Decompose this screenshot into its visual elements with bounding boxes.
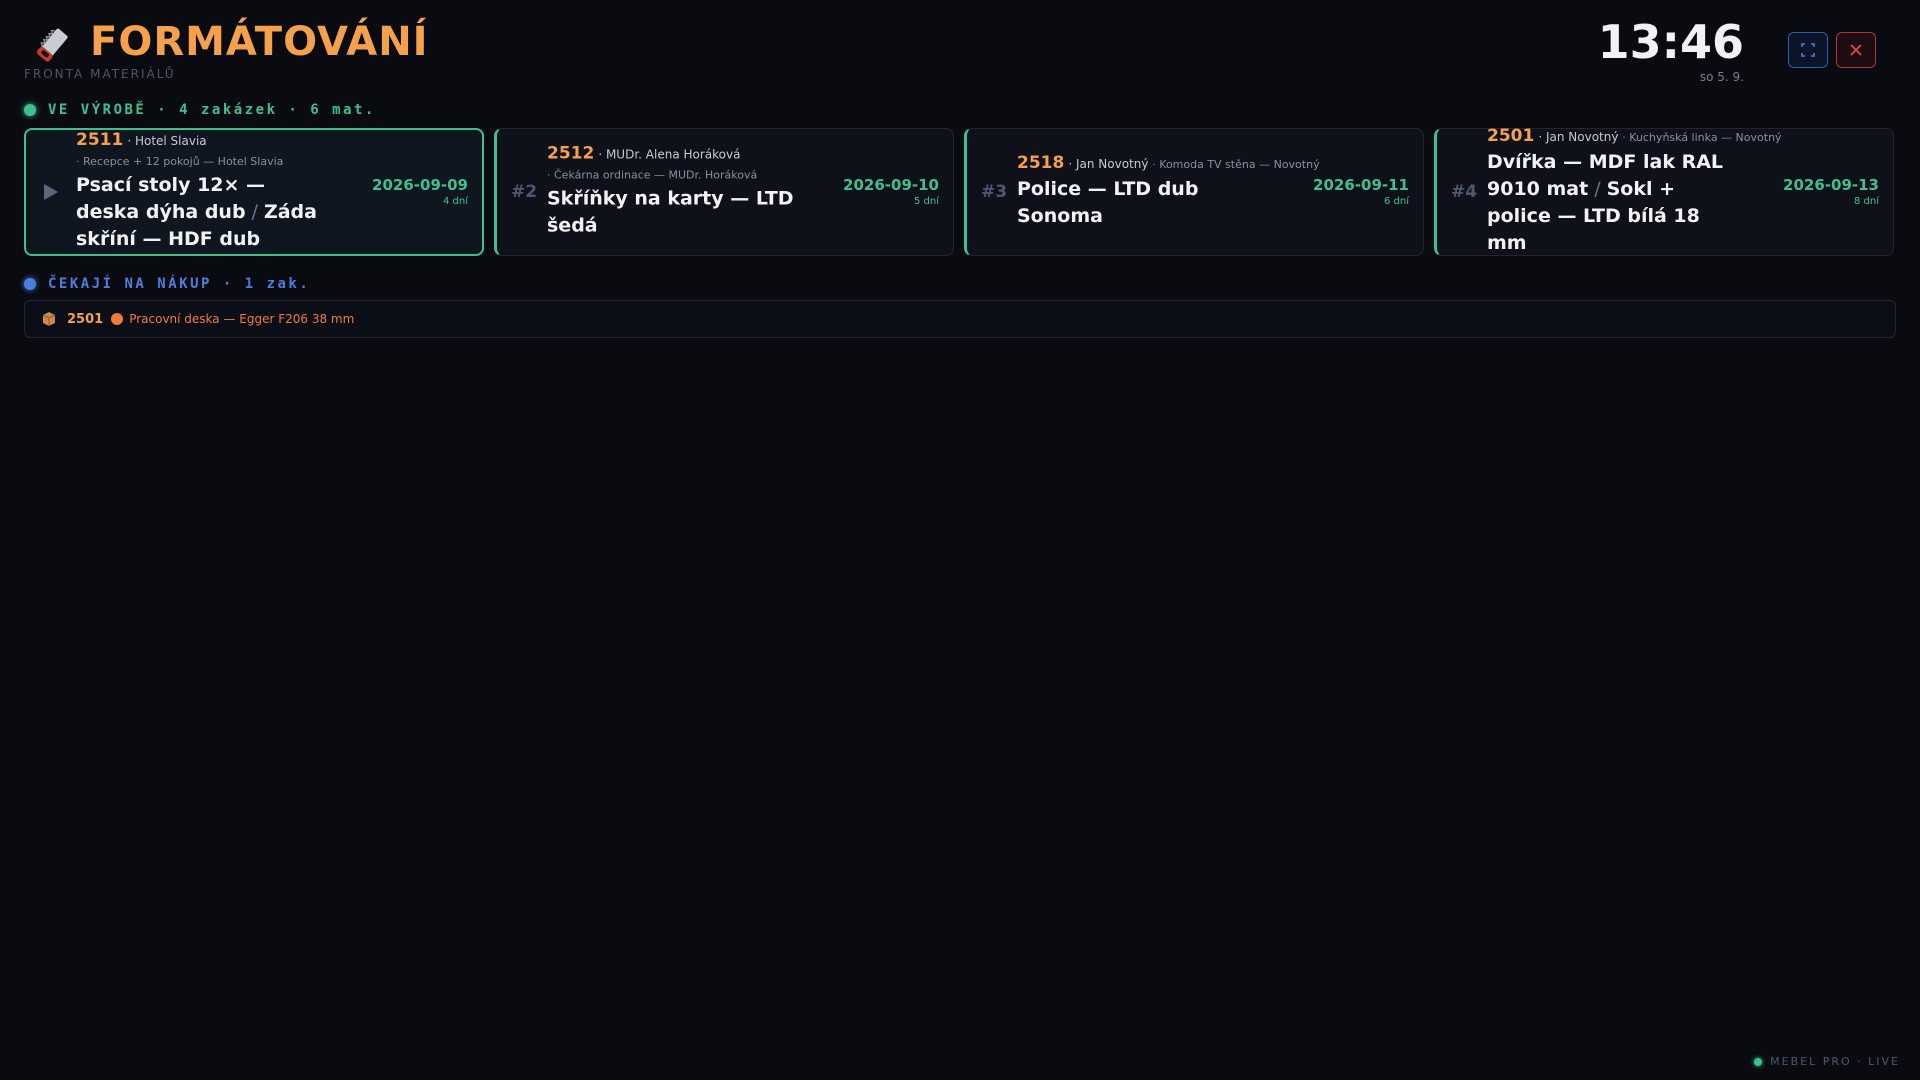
order-card[interactable]: #4 2501 · Jan Novotný · Kuchyňská linka —… [1434,126,1894,257]
order-due: 2026-09-10 5 dní [843,175,939,209]
order-client: · Hotel Slavia [127,134,207,148]
date-label: so 5. 9. [1699,70,1744,84]
order-date: 2026-09-09 [372,176,468,194]
material-separator: / [251,201,258,223]
order-card[interactable]: #2 2512 · MUDr. Alena Horáková · Čekárna … [494,128,954,256]
order-number: 2512 [547,143,595,164]
production-cards: 2511 · Hotel Slavia · Recepce + 12 pokojů… [24,126,1896,258]
close-icon [1850,44,1862,56]
section-awaiting-purchase: ČEKAJÍ NA NÁKUP · 1 zak. [24,274,310,294]
order-date: 2026-09-10 [843,176,939,194]
header: FORMÁTOVÁNÍ FRONTA MATERIÁLŮ 13:46 so 5.… [24,15,1896,88]
material-separator: / [1594,178,1601,200]
order-card-body: 2501 · Jan Novotný · Kuchyňská linka — No… [1487,126,1782,257]
saw-icon [36,28,68,62]
order-project: · Recepce + 12 pokojů — Hotel Slavia [76,155,284,168]
order-date: 2026-09-11 [1313,176,1409,194]
page-subtitle: FRONTA MATERIÁLŮ [24,67,176,81]
order-date: 2026-09-13 [1783,176,1879,194]
material-item: Police — LTD dub Sonoma [1017,178,1199,227]
package-icon [42,312,56,326]
footer-label: MEBEL PRO · LIVE [1770,1055,1900,1068]
live-indicator [1754,1057,1763,1066]
order-card[interactable]: #3 2518 · Jan Novotný · Komoda TV stěna —… [964,128,1424,256]
order-days: 6 dní [1383,196,1409,207]
status-dot-orange [111,313,124,325]
order-project: · Čekárna ordinace — MUDr. Horáková [547,168,758,182]
order-number: 2501 [1487,126,1535,146]
order-project: · Komoda TV stěna — Novotný [1152,158,1320,171]
order-client: · Jan Novotný [1538,130,1619,144]
queue-position: #4 [1451,182,1478,202]
material-item: Skříňky na karty — LTD šedá [547,187,794,237]
queue-position: #3 [981,182,1008,202]
order-card-body: 2511 · Hotel Slavia · Recepce + 12 pokojů… [76,131,332,253]
fullscreen-button[interactable] [1788,32,1828,68]
play-icon [44,184,58,200]
order-card-body: 2518 · Jan Novotný · Komoda TV stěna — No… [1017,153,1320,230]
pending-order-number: 2501 [67,311,104,327]
material-item: Dvířka — MDF lak RAL 9010 mat [1487,151,1724,200]
pending-order-row[interactable]: 2501 Pracovní deska — Egger F206 38 mm [24,300,1896,338]
fullscreen-icon [1801,43,1815,57]
material-item: Psací stoly 12× — deska dýha dub [76,174,266,223]
order-materials: Skříňky na karty — LTD šedá [547,186,803,240]
footer-status: MEBEL PRO · LIVE [1754,1055,1900,1068]
order-number: 2511 [76,130,124,150]
order-card[interactable]: 2511 · Hotel Slavia · Recepce + 12 pokojů… [24,128,484,256]
status-dot-green [24,104,36,116]
order-days: 5 dní [913,196,939,207]
order-materials: Police — LTD dub Sonoma [1017,176,1273,230]
order-client: · MUDr. Alena Horáková [598,147,741,162]
section-in-production-label: VE VÝROBĚ · 4 zakázek · 6 mat. [48,102,376,118]
order-due: 2026-09-11 6 dní [1313,175,1409,209]
clock: 13:46 [1597,15,1744,69]
queue-position: #2 [511,182,538,202]
section-awaiting-label: ČEKAJÍ NA NÁKUP · 1 zak. [48,276,311,292]
order-materials: Psací stoly 12× — deska dýha dub / Záda sk… [76,172,332,253]
order-due: 2026-09-13 8 dní [1783,175,1879,209]
order-card-body: 2512 · MUDr. Alena Horáková · Čekárna ord… [547,145,803,240]
order-days: 8 dní [1853,196,1879,207]
order-materials: Dvířka — MDF lak RAL 9010 mat / Sokl + pol… [1487,149,1743,257]
order-number: 2518 [1017,153,1065,173]
close-button[interactable] [1836,32,1876,68]
status-dot-blue [24,278,36,290]
order-days: 4 dní [442,196,468,207]
page-title: FORMÁTOVÁNÍ [90,19,429,65]
order-due: 2026-09-09 4 dní [372,175,468,209]
order-client: · Jan Novotný [1068,157,1149,171]
section-in-production: VE VÝROBĚ · 4 zakázek · 6 mat. [24,100,376,120]
pending-material: Pracovní deska — Egger F206 38 mm [129,312,355,326]
order-project: · Kuchyňská linka — Novotný [1622,131,1782,144]
